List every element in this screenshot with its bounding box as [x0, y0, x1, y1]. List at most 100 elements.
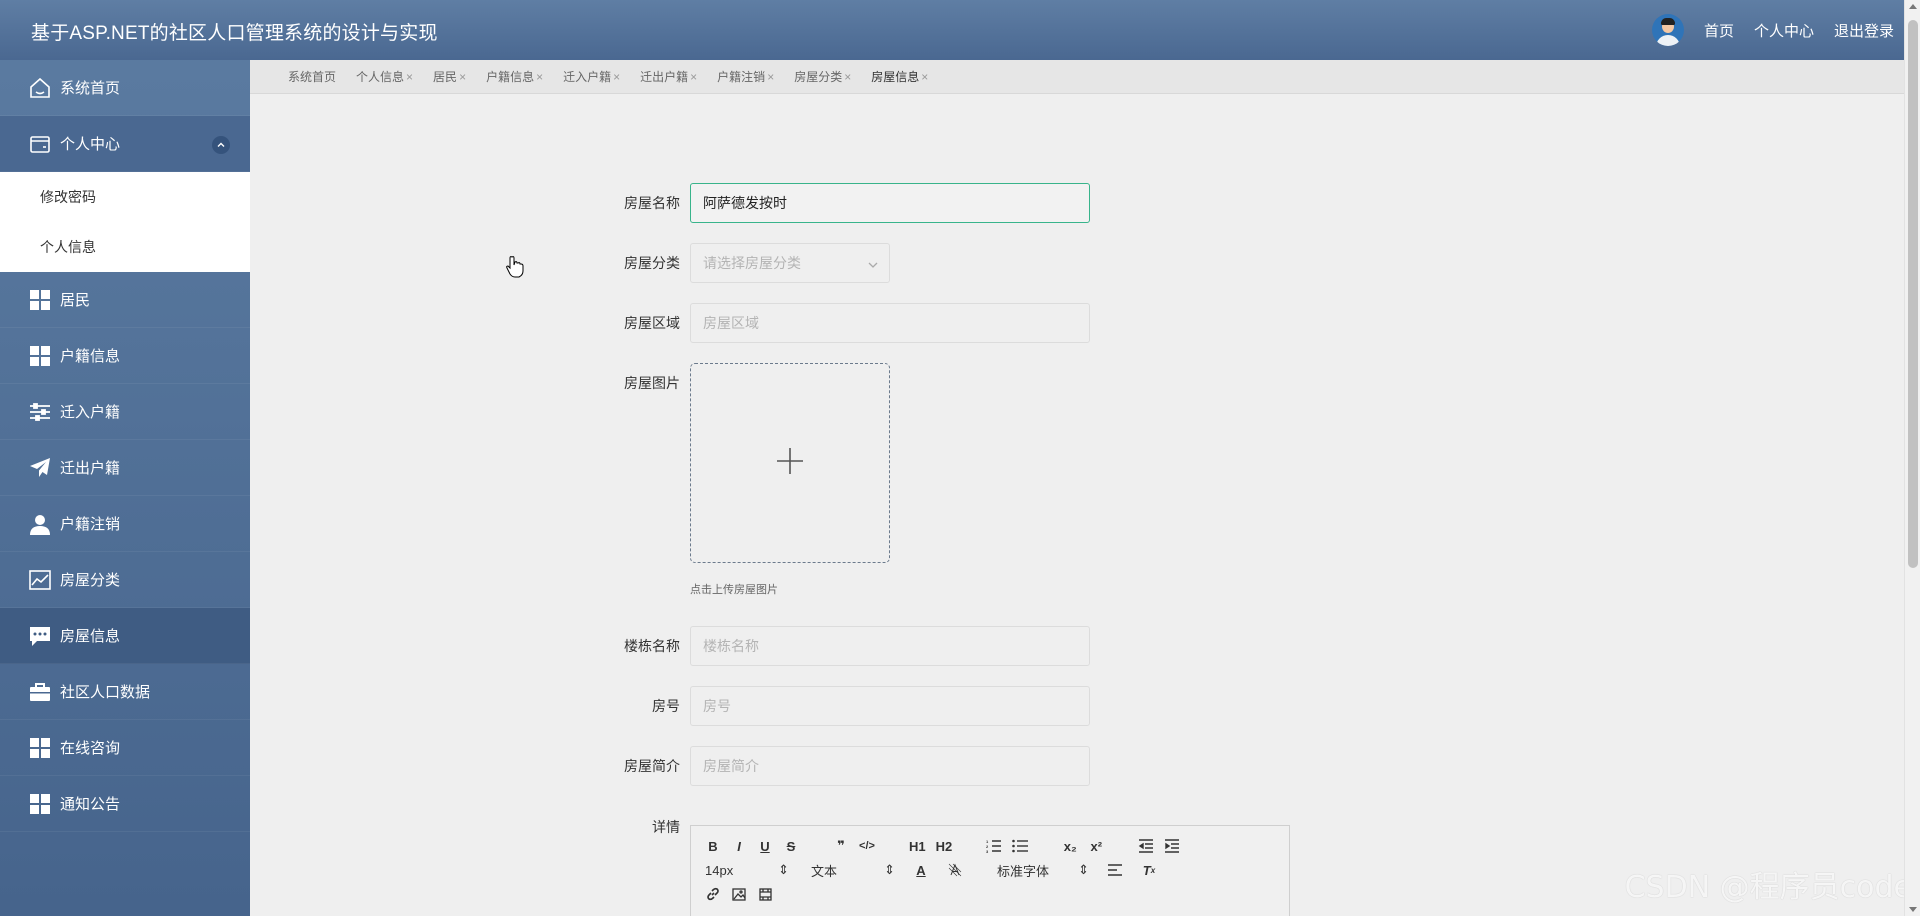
tab-system-home[interactable]: 系统首页 [288, 68, 336, 85]
plus-icon [775, 446, 805, 481]
home-link[interactable]: 首页 [1704, 20, 1734, 41]
align-left-icon[interactable] [1107, 861, 1123, 879]
scroll-up-arrow-icon[interactable] [1909, 4, 1917, 9]
blockquote-button[interactable]: ❞ [833, 837, 849, 855]
user-avatar[interactable] [1651, 14, 1684, 46]
logout-link[interactable]: 退出登录 [1834, 20, 1894, 41]
video-icon[interactable] [757, 885, 773, 903]
font-family-select[interactable]: 标准字体 ⇕ [997, 861, 1089, 880]
svg-text:3: 3 [986, 849, 989, 853]
font-color-icon[interactable]: A [913, 861, 929, 879]
sidebar-subitem-personal-info[interactable]: 个人信息 [0, 222, 250, 272]
sidebar-item-label: 户籍信息 [60, 348, 121, 365]
sidebar-item-online-consult[interactable]: 在线咨询 [0, 720, 250, 776]
sidebar-item-home[interactable]: 系统首页 [0, 60, 250, 116]
code-block-button[interactable]: </> [859, 837, 875, 855]
ordered-list-icon[interactable]: 123 [986, 837, 1002, 855]
rich-text-editor[interactable]: B I U S ❞ </> H1 H2 123 x₂ x² 14px ⇕ 文本 … [690, 825, 1290, 916]
watermark: CSDN @程序员code [1624, 870, 1912, 905]
close-icon[interactable]: × [690, 70, 697, 84]
grid-icon [28, 288, 52, 312]
heading-2-button[interactable]: H2 [936, 837, 953, 855]
sidebar-item-notices[interactable]: 通知公告 [0, 776, 250, 832]
sidebar-subitem-change-password[interactable]: 修改密码 [0, 172, 250, 222]
sidebar-item-personal-center[interactable]: 个人中心 [0, 116, 250, 172]
building-name-input[interactable]: 楼栋名称 [690, 626, 1090, 666]
sidebar: 系统首页 个人中心 修改密码 个人信息 居民 户籍信息 迁入户籍 迁出户籍 户籍… [0, 60, 250, 916]
room-number-input[interactable]: 房号 [690, 686, 1090, 726]
house-category-placeholder: 请选择房屋分类 [703, 255, 801, 271]
house-intro-input[interactable]: 房屋简介 [690, 746, 1090, 786]
close-icon[interactable]: × [536, 70, 543, 84]
house-intro-placeholder: 房屋简介 [703, 758, 759, 774]
superscript-button[interactable]: x² [1088, 837, 1104, 855]
sidebar-item-residents[interactable]: 居民 [0, 272, 250, 328]
house-area-input[interactable]: 房屋区域 [690, 303, 1090, 343]
sidebar-item-label: 迁入户籍 [60, 404, 121, 421]
close-icon[interactable]: × [613, 70, 620, 84]
italic-button[interactable]: I [731, 837, 747, 855]
heading-1-button[interactable]: H1 [909, 837, 926, 855]
tab-household-info[interactable]: 户籍信息 × [486, 68, 543, 85]
tab-move-out[interactable]: 迁出户籍 × [640, 68, 697, 85]
image-upload-box[interactable] [690, 363, 890, 563]
sidebar-item-label: 迁出户籍 [60, 460, 121, 477]
close-icon[interactable]: × [406, 70, 413, 84]
house-info-form: 房屋名称 阿萨德发按时 房屋分类 请选择房屋分类 房屋区域 房屋区域 房屋图片 … [250, 94, 1904, 916]
grid-icon [28, 736, 52, 760]
tab-house-category[interactable]: 房屋分类 × [794, 68, 851, 85]
tab-label: 迁出户籍 [640, 70, 689, 84]
sidebar-item-label: 通知公告 [60, 796, 121, 813]
grid-icon [28, 792, 52, 816]
strikethrough-button[interactable]: S [783, 837, 799, 855]
chevron-up-icon[interactable] [212, 136, 230, 154]
editor-toolbar-row-1: B I U S ❞ </> H1 H2 123 x₂ x² [705, 836, 1180, 856]
scroll-down-arrow-icon[interactable] [1909, 907, 1917, 912]
paper-plane-icon [28, 456, 52, 480]
house-image-label: 房屋图片 [624, 375, 680, 391]
house-name-input[interactable]: 阿萨德发按时 [690, 183, 1090, 223]
font-size-select[interactable]: 14px ⇕ [705, 862, 789, 878]
app-title: 基于ASP.NET的社区人口管理系统的设计与实现 [31, 23, 438, 44]
sidebar-item-house-category[interactable]: 房屋分类 [0, 552, 250, 608]
page-scrollbar[interactable] [1904, 0, 1920, 916]
sidebar-item-population-data[interactable]: 社区人口数据 [0, 664, 250, 720]
scroll-thumb[interactable] [1908, 20, 1918, 568]
tab-label: 居民 [433, 70, 458, 84]
sidebar-item-house-info[interactable]: 房屋信息 [0, 608, 250, 664]
tab-deregister[interactable]: 户籍注销 × [717, 68, 774, 85]
underline-button[interactable]: U [757, 837, 773, 855]
background-color-icon[interactable] [947, 861, 963, 879]
tab-move-in[interactable]: 迁入户籍 × [563, 68, 620, 85]
tab-residents[interactable]: 居民 × [433, 68, 466, 85]
link-icon[interactable] [705, 885, 721, 903]
chevron-down-icon [867, 258, 879, 274]
house-category-select[interactable]: 请选择房屋分类 [690, 243, 890, 283]
bold-button[interactable]: B [705, 837, 721, 855]
bullet-list-icon[interactable] [1012, 837, 1029, 855]
text-style-select[interactable]: 文本 ⇕ [811, 861, 895, 880]
close-icon[interactable]: × [459, 70, 466, 84]
house-name-label: 房屋名称 [624, 195, 680, 211]
room-number-placeholder: 房号 [703, 698, 731, 714]
outdent-icon[interactable] [1138, 837, 1154, 855]
sidebar-item-household-info[interactable]: 户籍信息 [0, 328, 250, 384]
tab-personal-info[interactable]: 个人信息 × [356, 68, 413, 85]
close-icon[interactable]: × [767, 70, 774, 84]
up-down-arrow-icon: ⇕ [1078, 862, 1089, 877]
subscript-button[interactable]: x₂ [1062, 837, 1078, 855]
personal-center-link[interactable]: 个人中心 [1754, 20, 1814, 41]
sidebar-item-move-out[interactable]: 迁出户籍 [0, 440, 250, 496]
tab-house-info[interactable]: 房屋信息 × [871, 68, 928, 85]
user-icon [28, 512, 52, 536]
sidebar-item-label: 社区人口数据 [60, 684, 151, 701]
close-icon[interactable]: × [921, 70, 928, 84]
clear-format-icon[interactable]: Tx [1141, 861, 1157, 879]
image-icon[interactable] [731, 885, 747, 903]
indent-icon[interactable] [1164, 837, 1180, 855]
close-icon[interactable]: × [844, 70, 851, 84]
editor-toolbar-row-2: 14px ⇕ 文本 ⇕ A 标准字体 ⇕ Tx [705, 860, 1157, 880]
sidebar-item-move-in[interactable]: 迁入户籍 [0, 384, 250, 440]
sidebar-item-deregister[interactable]: 户籍注销 [0, 496, 250, 552]
room-number-label: 房号 [652, 698, 680, 714]
